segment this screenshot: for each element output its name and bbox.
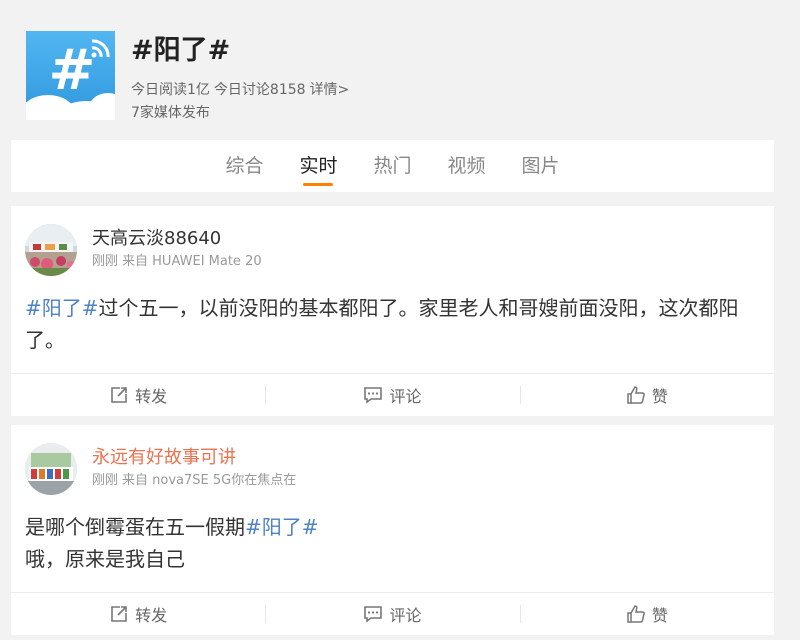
tab-hot[interactable]: 热门 — [371, 140, 413, 192]
tab-realtime[interactable]: 实时 — [297, 140, 339, 192]
repost-button[interactable]: 转发 — [11, 593, 265, 635]
action-bar: 转发 评论 赞 — [11, 592, 774, 635]
topic-stats: 今日阅读1亿 今日讨论8158 详情> — [131, 81, 353, 99]
comment-icon — [364, 606, 383, 623]
repost-icon — [111, 606, 127, 622]
author-name[interactable]: 天高云淡88640 — [92, 227, 221, 251]
avatar[interactable] — [25, 443, 77, 495]
like-button[interactable]: 赞 — [519, 593, 774, 635]
comment-button[interactable]: 评论 — [265, 593, 519, 635]
author-name[interactable]: 永远有好故事可讲 — [92, 446, 236, 470]
tab-images[interactable]: 图片 — [520, 140, 562, 192]
signal-icon — [91, 39, 110, 58]
reads-count: 今日阅读1亿 — [131, 82, 210, 98]
comment-label: 评论 — [389, 387, 422, 406]
post-text: 是哪个倒霉蛋在五一假期#阳了# 哦，原来是我自己 — [25, 511, 765, 575]
post-source: 来自 HUAWEI Mate 20 — [122, 254, 262, 269]
post-line-1: 是哪个倒霉蛋在五一假期#阳了# — [25, 511, 765, 543]
repost-button[interactable]: 转发 — [11, 374, 265, 416]
topic-header: # #阳了# 今日阅读1亿 今日讨论8158 详情> 7家媒体发布 — [0, 0, 800, 140]
comment-label: 评论 — [389, 606, 422, 625]
details-link[interactable]: 详情> — [310, 82, 350, 98]
thumbs-up-icon — [627, 605, 645, 623]
thumbs-up-icon — [627, 386, 645, 404]
repost-icon — [111, 387, 127, 403]
topic-title: #阳了# — [131, 35, 231, 66]
post-text: #阳了#过个五一，以前没阳的基本都阳了。家里老人和哥嫂前面没阳，这次都阳了。 — [25, 292, 765, 356]
post-line-2: 哦，原来是我自己 — [25, 547, 185, 571]
post-body: 过个五一，以前没阳的基本都阳了。家里老人和哥嫂前面没阳，这次都阳了。 — [25, 296, 739, 352]
like-label: 赞 — [651, 387, 668, 406]
post-source: 来自 nova7SE 5G你在焦点在 — [122, 473, 297, 488]
repost-label: 转发 — [135, 606, 168, 625]
post-time: 刚刚 — [92, 254, 119, 269]
tab-bar: 综合 实时 热门 视频 图片 — [11, 140, 774, 192]
like-label: 赞 — [651, 606, 668, 625]
post-body: 是哪个倒霉蛋在五一假期 — [25, 515, 245, 539]
post-meta: 刚刚 来自 nova7SE 5G你在焦点在 — [92, 473, 300, 489]
topic-hashtag-logo: # — [26, 31, 115, 120]
comment-button[interactable]: 评论 — [265, 374, 519, 416]
avatar[interactable] — [25, 224, 77, 276]
topic-tag-link[interactable]: #阳了# — [25, 296, 99, 320]
like-button[interactable]: 赞 — [519, 374, 774, 416]
tab-video[interactable]: 视频 — [446, 140, 488, 192]
post-card: 永远有好故事可讲 刚刚 来自 nova7SE 5G你在焦点在 是哪个倒霉蛋在五一假… — [11, 425, 774, 635]
post-time: 刚刚 — [92, 473, 119, 488]
action-bar: 转发 评论 赞 — [11, 373, 774, 416]
post-card: 天高云淡88640 刚刚 来自 HUAWEI Mate 20 #阳了#过个五一，以… — [11, 206, 774, 416]
topic-tag-link[interactable]: #阳了# — [245, 515, 319, 539]
comment-icon — [364, 387, 383, 404]
post-meta: 刚刚 来自 HUAWEI Mate 20 — [92, 254, 266, 270]
media-count: 7家媒体发布 — [131, 105, 210, 121]
repost-label: 转发 — [135, 387, 168, 406]
discussion-count: 今日讨论8158 — [213, 82, 306, 98]
tab-comprehensive[interactable]: 综合 — [223, 140, 265, 192]
